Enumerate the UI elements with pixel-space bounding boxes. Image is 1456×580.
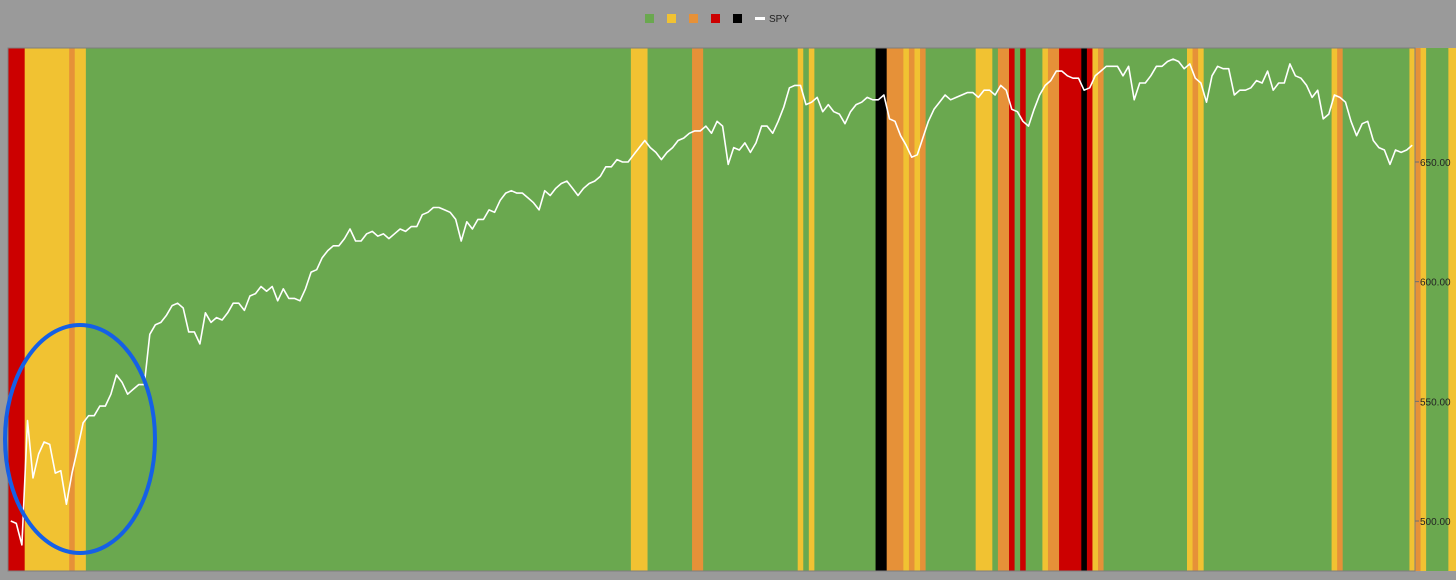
regime-band-red: [1020, 48, 1027, 571]
regime-band-yellow: [74, 48, 87, 571]
regime-band-orange: [920, 48, 927, 571]
regime-band-yellow: [630, 48, 648, 571]
regime-band-green: [647, 48, 693, 571]
legend-item: [667, 14, 676, 23]
regime-band-yellow: [975, 48, 993, 571]
regime-band-orange: [1415, 48, 1421, 571]
regime-band-red: [8, 48, 26, 571]
regime-band-black: [1081, 48, 1088, 571]
regime-band-orange: [1047, 48, 1060, 571]
regime-band-green: [1103, 48, 1188, 571]
legend-item: [689, 14, 698, 23]
regime-band-green: [85, 48, 632, 571]
regime-band-orange: [692, 48, 704, 571]
regime-band-green: [992, 48, 999, 571]
regime-band-green: [1014, 48, 1021, 571]
chart-canvas: SPY 500.00 550.00 600.00 650.00: [3, 14, 1456, 572]
regime-band-black: [875, 48, 888, 571]
y-tick-label: 500.00: [1420, 517, 1451, 528]
regime-band-yellow: [1186, 48, 1193, 571]
regime-band-green: [1203, 48, 1332, 571]
regime-band-yellow: [914, 48, 921, 571]
regime-band-orange: [1192, 48, 1199, 571]
regime-band-yellow: [808, 48, 815, 571]
legend-swatch: [711, 14, 720, 23]
regime-band-red: [1086, 48, 1093, 571]
regime-band-yellow: [1042, 48, 1049, 571]
legend: SPY: [645, 14, 789, 25]
y-tick-label: 600.00: [1420, 278, 1451, 289]
regime-band-orange: [69, 48, 76, 571]
regime-band-orange: [1098, 48, 1104, 571]
regime-band-green: [814, 48, 876, 571]
legend-swatch: [645, 14, 654, 23]
legend-swatch-line: [755, 17, 765, 20]
regime-band-yellow: [1448, 48, 1456, 571]
legend-item: [645, 14, 654, 23]
regime-band-green: [803, 48, 810, 571]
legend-label: SPY: [769, 14, 789, 25]
regime-band-orange: [908, 48, 915, 571]
regime-band-orange: [997, 48, 1010, 571]
regime-band-green: [703, 48, 799, 571]
regime-band-yellow: [903, 48, 910, 571]
regime-band-yellow: [1331, 48, 1338, 571]
regime-band-red: [1009, 48, 1015, 571]
regime-band-green: [925, 48, 977, 571]
regime-band-yellow: [24, 48, 70, 571]
regime-band-red: [1059, 48, 1082, 571]
legend-swatch: [667, 14, 676, 23]
regime-bands: [8, 48, 1456, 571]
legend-item: SPY: [755, 14, 789, 25]
y-tick-label: 550.00: [1420, 397, 1451, 408]
regime-band-yellow: [1420, 48, 1427, 571]
chart-root: SPY 500.00 550.00 600.00 650.00: [0, 0, 1456, 580]
regime-band-yellow: [797, 48, 804, 571]
legend-swatch: [733, 14, 742, 23]
legend-item: [733, 14, 742, 23]
regime-band-yellow: [1092, 48, 1099, 571]
regime-band-orange: [1337, 48, 1344, 571]
legend-item: [711, 14, 720, 23]
legend-swatch: [689, 14, 698, 23]
regime-band-yellow: [1198, 48, 1205, 571]
regime-band-green: [1426, 48, 1449, 571]
y-tick-label: 650.00: [1420, 158, 1451, 169]
regime-band-orange: [886, 48, 904, 571]
